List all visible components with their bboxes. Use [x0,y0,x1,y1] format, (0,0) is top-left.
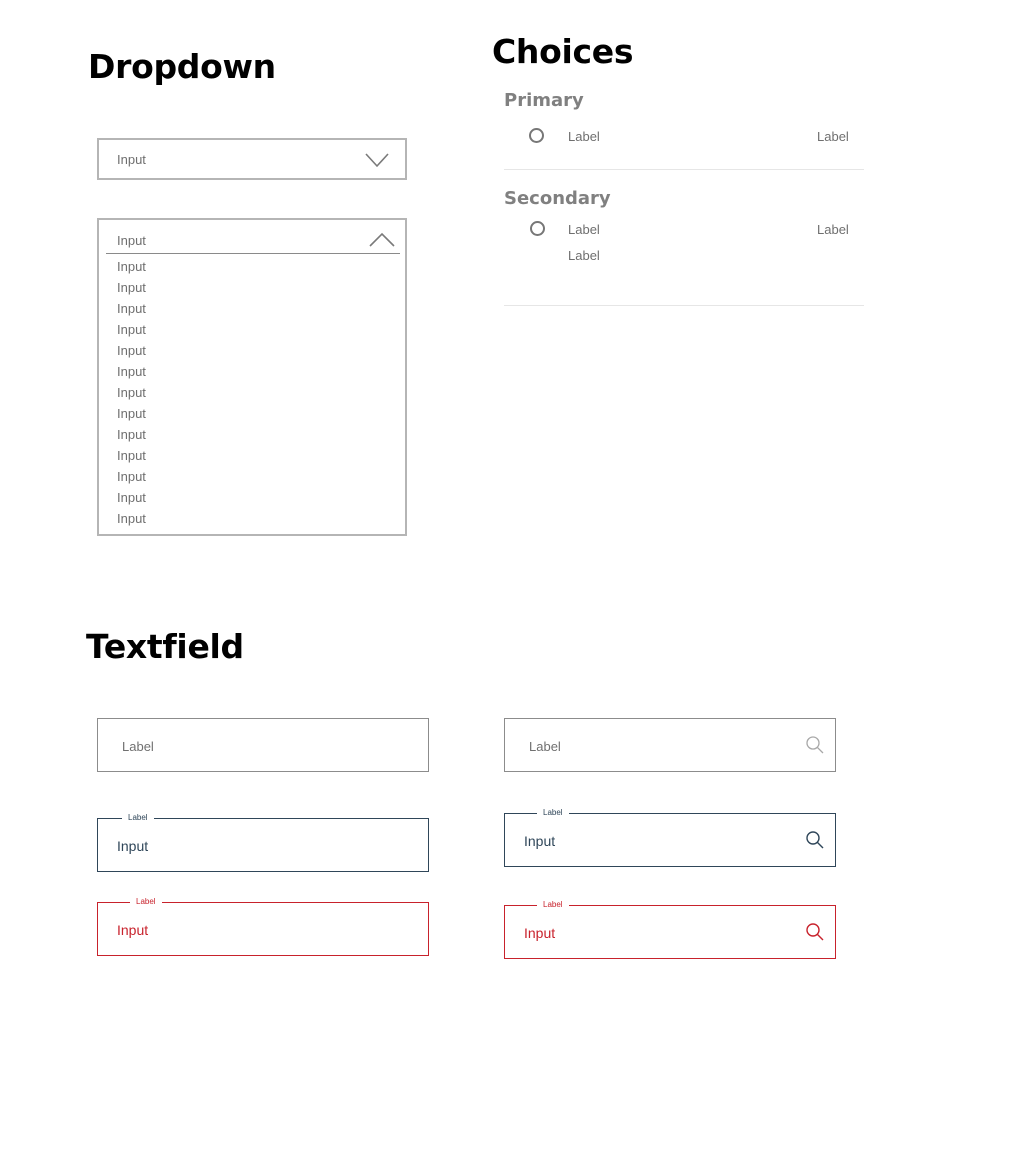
dropdown-option[interactable]: Input [117,407,146,428]
textfield-heading: Textfield [86,627,244,666]
search-field-default[interactable]: Label [504,718,836,772]
search-value: Input [524,833,556,849]
choice-primary-label: Label [568,129,600,144]
dropdown-option[interactable]: Input [117,386,146,407]
dropdown-option[interactable]: Input [117,302,146,323]
choice-secondary-label-right: Label [817,222,849,237]
search-floating-label: Label [537,807,569,819]
radio-secondary[interactable] [530,221,545,236]
choices-heading: Choices [492,32,634,71]
dropdown-closed[interactable]: Input [97,138,407,180]
search-field-error[interactable]: Label Input [504,899,836,959]
choices-divider [504,169,864,170]
search-placeholder: Label [529,739,561,754]
textfield-error[interactable]: Label Input [97,896,429,956]
dropdown-option[interactable]: Input [117,512,146,533]
dropdown-options: Input Input Input Input Input Input Inpu… [117,260,146,533]
dropdown-open[interactable]: Input Input Input Input Input Input Inpu… [97,218,407,536]
textfield-floating-label: Label [130,896,162,908]
search-field-focused[interactable]: Label Input [504,807,836,867]
search-floating-label: Label [537,899,569,911]
dropdown-option[interactable]: Input [117,428,146,449]
choices-divider [504,305,864,306]
textfield-value: Input [117,838,149,854]
dropdown-open-value: Input [117,233,146,248]
textfield-value: Input [117,922,149,938]
dropdown-option[interactable]: Input [117,260,146,281]
dropdown-option[interactable]: Input [117,323,146,344]
radio-primary[interactable] [529,128,544,143]
choice-secondary-label: Label [568,222,600,237]
textfield-focused[interactable]: Label Input [97,812,429,872]
dropdown-option[interactable]: Input [117,491,146,512]
dropdown-option[interactable]: Input [117,344,146,365]
dropdown-option[interactable]: Input [117,365,146,386]
dropdown-separator [106,253,400,254]
chevron-down-icon[interactable] [365,152,389,168]
textfield-default[interactable]: Label [97,718,429,772]
textfield-floating-label: Label [122,812,154,824]
search-icon[interactable] [805,922,825,942]
choice-secondary-sublabel: Label [568,248,600,263]
choice-primary-label-right: Label [817,129,849,144]
dropdown-option[interactable]: Input [117,449,146,470]
chevron-up-icon[interactable] [369,232,395,248]
dropdown-option[interactable]: Input [117,470,146,491]
choices-secondary-title: Secondary [504,188,611,209]
dropdown-option[interactable]: Input [117,281,146,302]
textfield-placeholder: Label [122,739,154,754]
search-value: Input [524,925,556,941]
dropdown-closed-value: Input [117,152,146,167]
dropdown-heading: Dropdown [88,47,276,86]
search-icon[interactable] [805,735,825,755]
choices-primary-title: Primary [504,90,584,111]
search-icon[interactable] [805,830,825,850]
